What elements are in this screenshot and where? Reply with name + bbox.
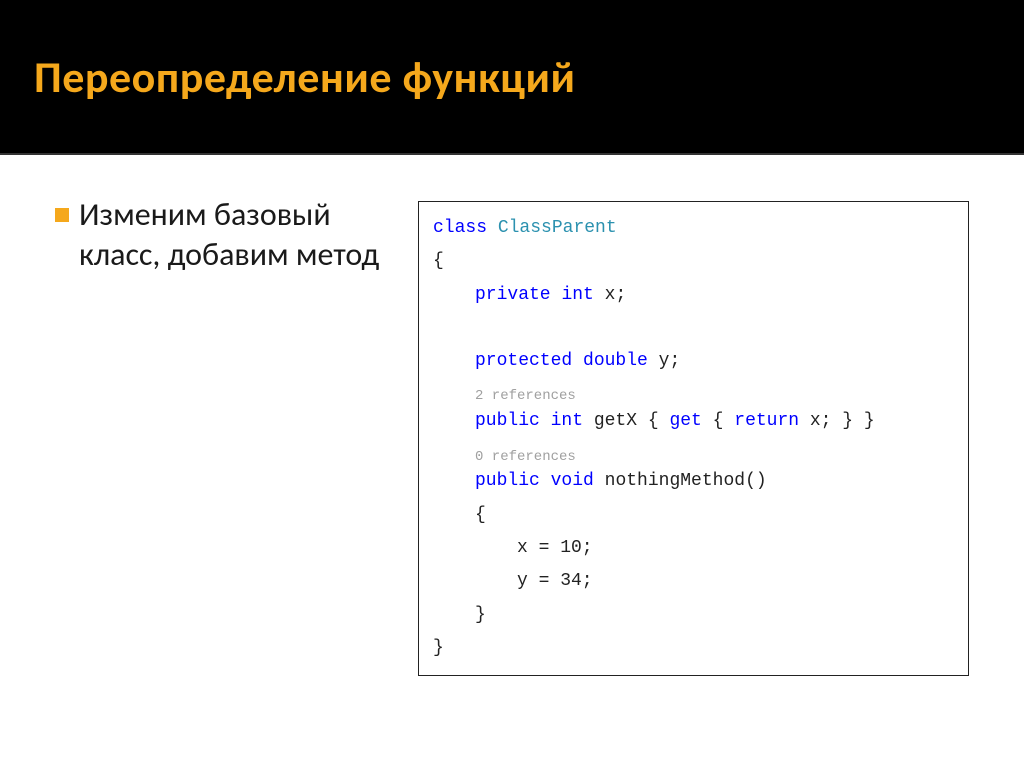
keyword-class: class [433, 218, 487, 238]
getx-text: getX { [583, 411, 669, 431]
bullet-text: Изменим базовый класс, добавим метод [79, 195, 390, 276]
bullet-item: Изменим базовый класс, добавим метод [55, 195, 390, 276]
keyword-get: get [669, 411, 701, 431]
keyword-public: public [475, 411, 540, 431]
code-line: { [433, 245, 954, 278]
code-snippet: class ClassParent { private int x; prote… [418, 201, 969, 676]
code-line: class ClassParent [433, 212, 954, 245]
code-line: y = 34; [433, 565, 954, 598]
slide-title: Переопределение функций [34, 50, 576, 104]
type-classparent: ClassParent [498, 218, 617, 238]
references-note: 2 references [433, 388, 954, 405]
slide: Переопределение функций Изменим базовый … [0, 0, 1024, 768]
code-line: public void nothingMethod() [433, 465, 954, 498]
keyword-int: int [561, 285, 593, 305]
bullet-marker-icon [55, 208, 69, 222]
code-line: { [433, 499, 954, 532]
code-line: } [433, 632, 954, 665]
keyword-private: private [475, 285, 551, 305]
references-note: 0 references [433, 449, 954, 466]
code-line: x = 10; [433, 532, 954, 565]
var-x: x; [594, 285, 626, 305]
keyword-public: public [475, 471, 540, 491]
keyword-return: return [734, 411, 799, 431]
var-y: y; [648, 351, 680, 371]
slide-body: Изменим базовый класс, добавим метод cla… [55, 195, 969, 728]
code-line: private int x; [433, 279, 954, 312]
method-name: nothingMethod() [594, 471, 767, 491]
title-band: Переопределение функций [0, 0, 1024, 155]
code-line: protected double y; [433, 345, 954, 378]
keyword-protected: protected [475, 351, 572, 371]
code-line: public int getX { get { return x; } } [433, 405, 954, 438]
keyword-void: void [551, 471, 594, 491]
code-line: } [433, 599, 954, 632]
bullet-column: Изменим базовый класс, добавим метод [55, 195, 390, 276]
code-line [433, 312, 954, 345]
keyword-double: double [583, 351, 648, 371]
keyword-int: int [551, 411, 583, 431]
